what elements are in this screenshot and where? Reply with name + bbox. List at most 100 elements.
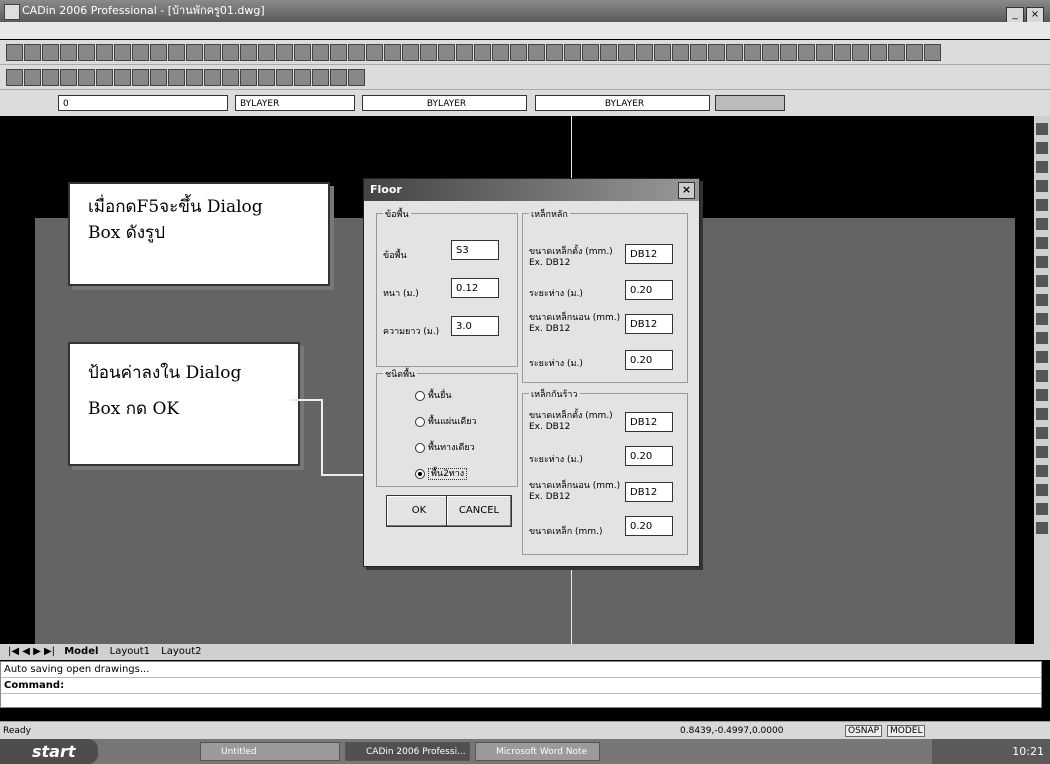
tab-model[interactable]: Model [64,646,98,657]
toolbar-icon[interactable] [384,44,401,61]
toolbar-icon[interactable] [150,69,167,86]
toolbar-icon[interactable] [204,44,221,61]
radio-option[interactable]: พื้นทางเดียว [415,440,475,454]
toolbar-icon[interactable] [654,44,671,61]
modify-tool-icon[interactable] [1036,446,1048,458]
toolbar-icon[interactable] [96,69,113,86]
task-button-active[interactable]: CADin 2006 Professi... [345,742,470,761]
toolbar-icon[interactable] [168,69,185,86]
toolbar-icon[interactable] [186,69,203,86]
toolbar-icon[interactable] [348,69,365,86]
toolbar-icon[interactable] [6,44,23,61]
toolbar-icon[interactable] [240,69,257,86]
toolbar-icon[interactable] [546,44,563,61]
toolbar-icon[interactable] [330,44,347,61]
lineweight-dropdown[interactable]: BYLAYER [535,95,710,111]
toolbar-icon[interactable] [744,44,761,61]
toolbar-icon[interactable] [690,44,707,61]
tab-layout1[interactable]: Layout1 [110,646,150,657]
toolbar-icon[interactable] [600,44,617,61]
toolbar-icon[interactable] [258,44,275,61]
modify-tool-icon[interactable] [1036,503,1048,515]
osnap-toggle[interactable]: OSNAP [845,725,883,737]
toolbar-icon[interactable] [366,44,383,61]
toolbar-icon[interactable] [132,44,149,61]
toolbar-icon[interactable] [618,44,635,61]
toolbar-icon[interactable] [60,69,77,86]
model-toggle[interactable]: MODEL [887,725,926,737]
toolbar-icon[interactable] [924,44,941,61]
command-prompt[interactable]: Command: [1,678,1041,694]
toolbar-icon[interactable] [474,44,491,61]
toolbar-icon[interactable] [6,69,23,86]
toolbar-icon[interactable] [294,69,311,86]
modify-tool-icon[interactable] [1036,389,1048,401]
temp-vertical-size-input[interactable]: DB12 [625,412,673,432]
modify-tool-icon[interactable] [1036,484,1048,496]
modify-tool-icon[interactable] [1036,275,1048,287]
toolbar-icon[interactable] [186,44,203,61]
toolbar-icon[interactable] [762,44,779,61]
toolbar-icon[interactable] [204,69,221,86]
toolbar-icon[interactable] [816,44,833,61]
radio-option[interactable]: พื้นยื่น [415,388,452,402]
toolbar-icon[interactable] [42,69,59,86]
layer-dropdown[interactable]: 0 [58,95,228,111]
modify-tool-icon[interactable] [1036,465,1048,477]
toolbar-icon[interactable] [132,69,149,86]
toolbar-icon[interactable] [312,69,329,86]
dialog-close-button[interactable]: × [678,182,695,199]
linetype-dropdown[interactable]: BYLAYER [362,95,527,111]
modify-tool-icon[interactable] [1036,351,1048,363]
modify-tool-icon[interactable] [1036,123,1048,135]
toolbar-icon[interactable] [636,44,653,61]
toolbar-icon[interactable] [888,44,905,61]
toolbar-icon[interactable] [852,44,869,61]
toolbar-icon[interactable] [834,44,851,61]
modify-tool-icon[interactable] [1036,294,1048,306]
toolbar-icon[interactable] [258,69,275,86]
modify-tool-icon[interactable] [1036,332,1048,344]
toolbar-icon[interactable] [582,44,599,61]
modify-tool-icon[interactable] [1036,237,1048,249]
toolbar-icon[interactable] [780,44,797,61]
modify-tool-icon[interactable] [1036,427,1048,439]
toolbar-icon[interactable] [96,44,113,61]
plotstyle-dropdown[interactable] [715,95,785,111]
toolbar-icon[interactable] [294,44,311,61]
toolbar-icon[interactable] [240,44,257,61]
toolbar-icon[interactable] [168,44,185,61]
toolbar-icon[interactable] [114,44,131,61]
toolbar-icon[interactable] [222,69,239,86]
toolbar-icon[interactable] [42,44,59,61]
task-button[interactable]: Untitled [200,742,340,761]
tab-nav-arrows[interactable]: |◀ ◀ ▶ ▶| [8,646,55,657]
toolbar-icon[interactable] [510,44,527,61]
length-input[interactable]: 3.0 [451,316,499,336]
toolbar-icon[interactable] [564,44,581,61]
toolbar-icon[interactable] [24,44,41,61]
toolbar-icon[interactable] [672,44,689,61]
toolbar-icon[interactable] [78,44,95,61]
toolbar-icon[interactable] [150,44,167,61]
toolbar-icon[interactable] [24,69,41,86]
toolbar-icon[interactable] [528,44,545,61]
temp-vertical-spacing-input[interactable]: 0.20 [625,446,673,466]
modify-tool-icon[interactable] [1036,370,1048,382]
radio-option[interactable]: พื้นแผ่นเดียว [415,414,477,428]
toolbar-icon[interactable] [222,44,239,61]
toolbar-icon[interactable] [726,44,743,61]
toolbar-icon[interactable] [276,44,293,61]
thickness-input[interactable]: 0.12 [451,278,499,298]
toolbar-icon[interactable] [906,44,923,61]
toolbar-icon[interactable] [276,69,293,86]
toolbar-icon[interactable] [420,44,437,61]
modify-tool-icon[interactable] [1036,161,1048,173]
main-vertical-size-input[interactable]: DB12 [625,244,673,264]
modify-tool-icon[interactable] [1036,256,1048,268]
cancel-button[interactable]: CANCEL [446,495,512,527]
temp-bar-size-input[interactable]: 0.20 [625,516,673,536]
color-dropdown[interactable]: BYLAYER [235,95,355,111]
app-icon[interactable] [4,4,20,20]
modify-tool-icon[interactable] [1036,313,1048,325]
